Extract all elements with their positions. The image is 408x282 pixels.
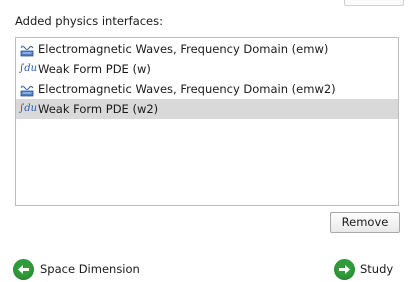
list-item-label: Electromagnetic Waves, Frequency Domain … — [38, 42, 329, 56]
list-item-emw2[interactable]: Electromagnetic Waves, Frequency Domain … — [16, 79, 398, 99]
remove-button[interactable]: Remove — [330, 212, 400, 233]
section-label: Added physics interfaces: — [15, 14, 164, 28]
study-button[interactable]: Study — [334, 258, 393, 280]
list-item-label: Weak Form PDE (w2) — [38, 102, 159, 116]
list-item-label: Electromagnetic Waves, Frequency Domain … — [38, 82, 336, 96]
study-label: Study — [360, 262, 394, 276]
electromagnetic-waves-icon — [20, 43, 34, 57]
arrow-right-icon — [334, 258, 355, 280]
physics-interfaces-list[interactable]: Electromagnetic Waves, Frequency Domain … — [15, 37, 399, 206]
list-item-w[interactable]: ∫du Weak Form PDE (w) — [16, 59, 398, 79]
space-dimension-button[interactable]: Space Dimension — [13, 258, 140, 280]
list-item-w2[interactable]: ∫du Weak Form PDE (w2) — [16, 99, 398, 119]
weak-form-pde-icon: ∫du — [19, 63, 38, 74]
space-dimension-label: Space Dimension — [40, 262, 140, 276]
electromagnetic-waves-icon — [20, 83, 34, 97]
list-item-label: Weak Form PDE (w) — [38, 62, 151, 76]
weak-form-pde-icon: ∫du — [19, 103, 38, 114]
arrow-left-icon — [13, 258, 34, 280]
list-item-emw[interactable]: Electromagnetic Waves, Frequency Domain … — [16, 39, 398, 59]
top-button-edge — [344, 0, 404, 6]
